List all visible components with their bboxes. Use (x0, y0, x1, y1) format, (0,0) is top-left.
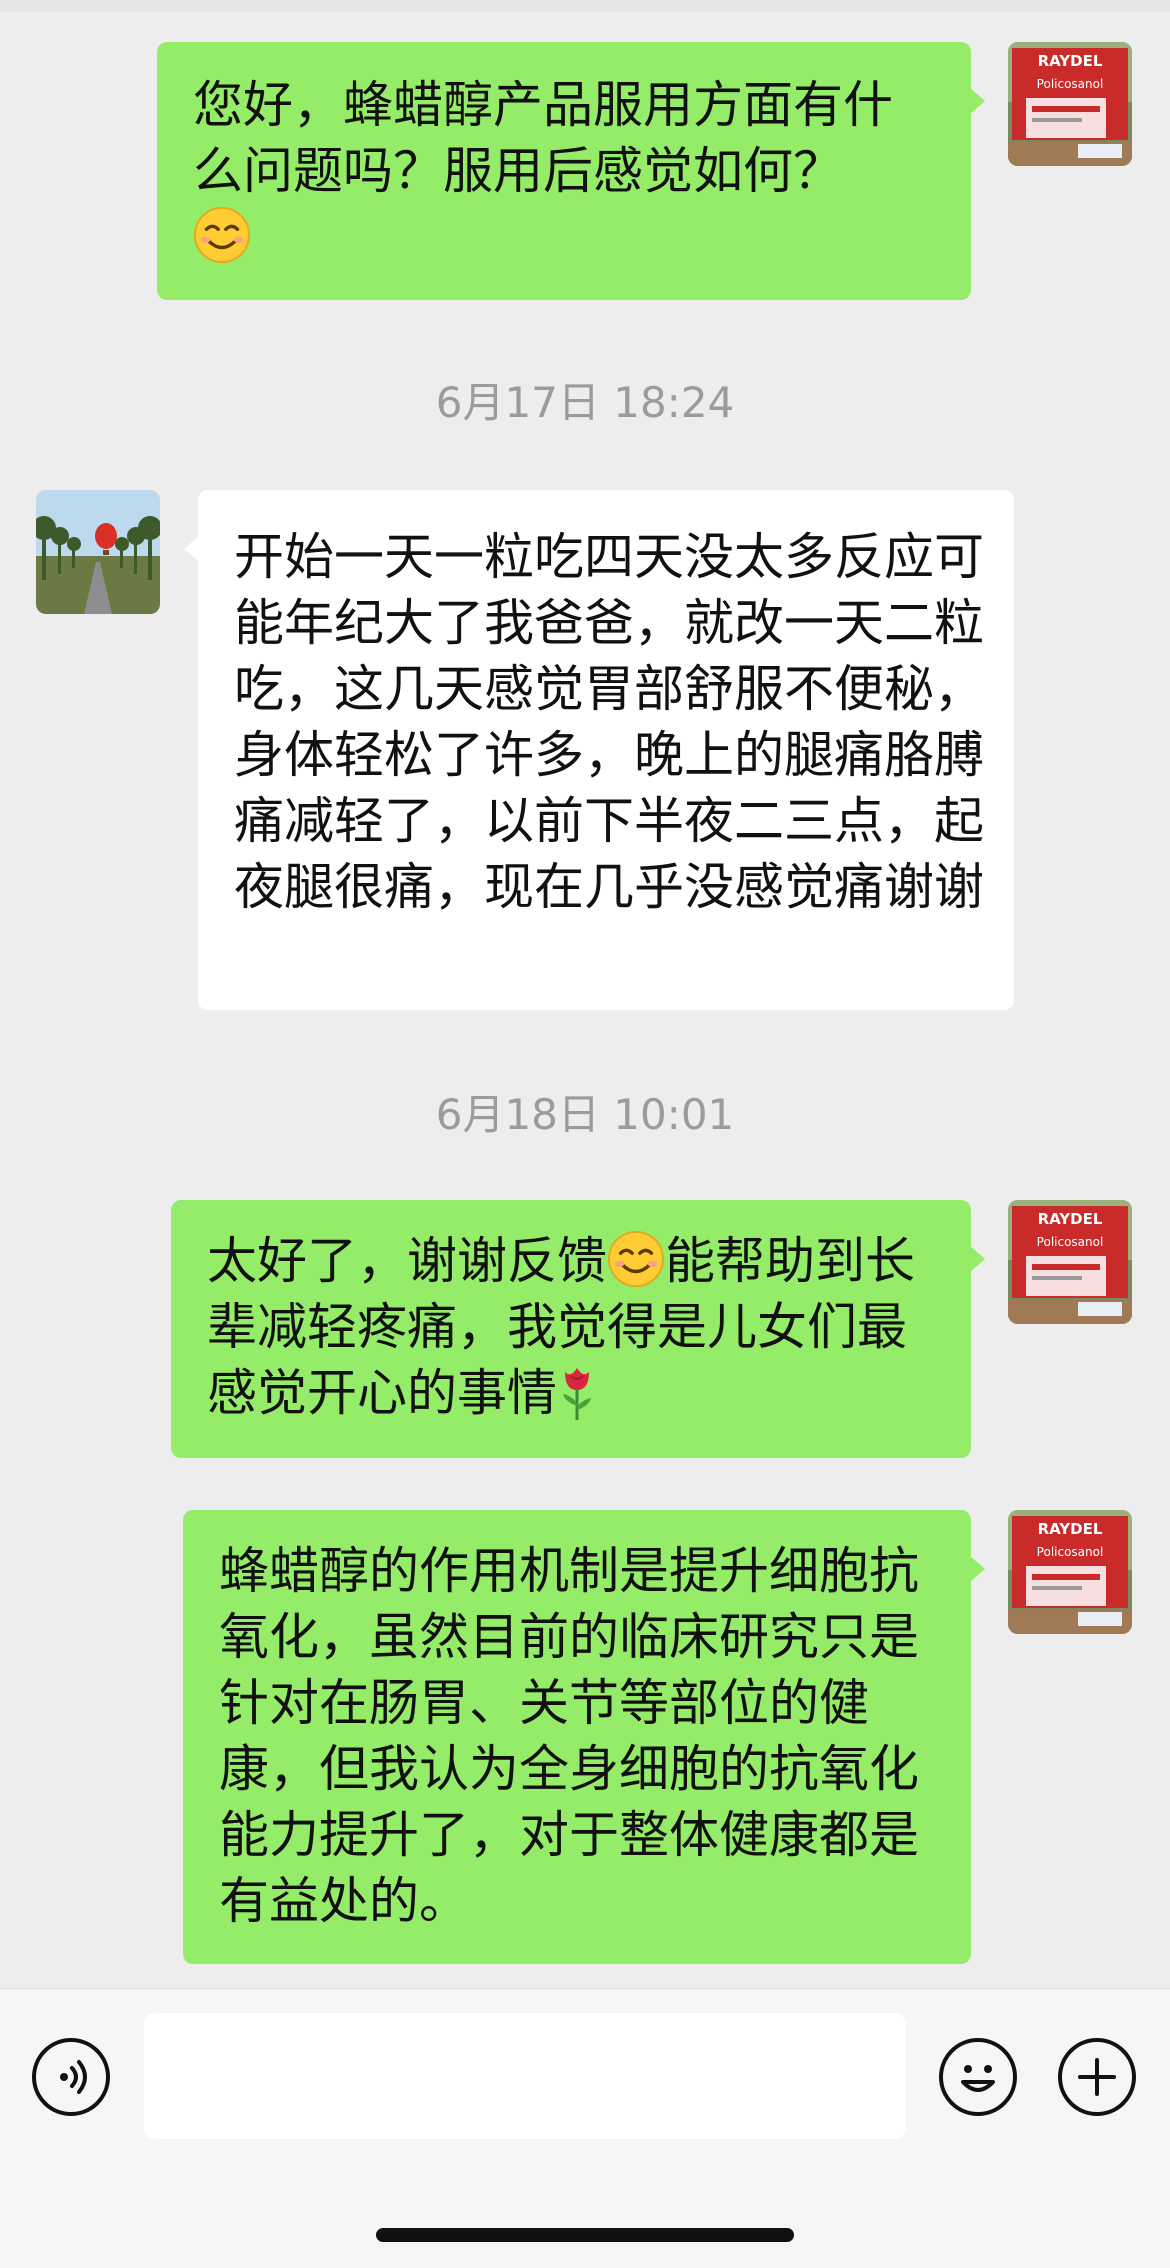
message-bubble-incoming[interactable]: 开始一天一粒吃四天没太多反应可能年纪大了我爸爸，就改一天二粒吃，这几天感觉胃部舒… (184, 490, 1014, 1010)
product-avatar[interactable]: RAYDEL Policosanol (1008, 1200, 1132, 1324)
product-avatar[interactable]: RAYDEL Policosanol (1008, 42, 1132, 166)
brand-text: RAYDEL (1038, 1210, 1103, 1228)
input-bar (0, 1988, 1170, 2268)
timestamp: 6月17日 18:24 (435, 378, 735, 427)
balloon-road-image (36, 490, 160, 614)
message-bubble-outgoing[interactable]: 太好了，谢谢反馈 能帮助到长辈减轻疼痛，我觉得是儿女们最感觉开心的事情 (171, 1200, 985, 1458)
brand-text: RAYDEL (1038, 52, 1103, 70)
product-text: Policosanol (1037, 1545, 1104, 1559)
product-text: Policosanol (1037, 1235, 1104, 1249)
voice-input-button[interactable] (32, 2038, 110, 2116)
product-box-image: RAYDEL Policosanol (1008, 1200, 1132, 1324)
home-indicator[interactable] (376, 2228, 794, 2242)
plus-icon (1078, 2058, 1116, 2096)
message-input[interactable] (144, 2013, 906, 2139)
message-bubble-outgoing[interactable]: 蜂蜡醇的作用机制是提升细胞抗氧化，虽然目前的临床研究只是针对在肠胃、关节等部位的… (183, 1510, 985, 1964)
emoji-icon (961, 2065, 995, 2092)
contact-avatar[interactable] (36, 490, 160, 614)
product-avatar[interactable]: RAYDEL Policosanol (1008, 1510, 1132, 1634)
message-text: 您好，蜂蜡醇产品服用方面有什么问题吗？服用后感觉如何？ (193, 76, 893, 200)
rose-emoji (563, 1368, 591, 1420)
message-text-part: 太好了，谢谢反馈 (207, 1232, 607, 1290)
message-text: 蜂蜡醇的作用机制是提升细胞抗氧化，虽然目前的临床研究只是针对在肠胃、关节等部位的… (219, 1542, 919, 1930)
top-divider (0, 0, 1170, 12)
smiling-face-emoji (193, 206, 251, 264)
chat-screen: 您好，蜂蜡醇产品服用方面有什么问题吗？服用后感觉如何？ RAYDEL Polic… (0, 0, 1170, 2268)
message-text: 开始一天一粒吃四天没太多反应可能年纪大了我爸爸，就改一天二粒吃，这几天感觉胃部舒… (234, 528, 984, 916)
message-bubble-outgoing[interactable]: 您好，蜂蜡醇产品服用方面有什么问题吗？服用后感觉如何？ (157, 42, 985, 300)
product-box-image: RAYDEL Policosanol (1008, 1510, 1132, 1634)
plus-button[interactable] (1058, 2038, 1136, 2116)
product-text: Policosanol (1037, 77, 1104, 91)
smiling-face-emoji (607, 1230, 665, 1288)
voice-input-icon (60, 2060, 87, 2094)
timestamp: 6月18日 10:01 (435, 1090, 735, 1139)
brand-text: RAYDEL (1038, 1520, 1103, 1538)
emoji-button[interactable] (939, 2038, 1017, 2116)
product-box-image: RAYDEL Policosanol (1008, 42, 1132, 166)
